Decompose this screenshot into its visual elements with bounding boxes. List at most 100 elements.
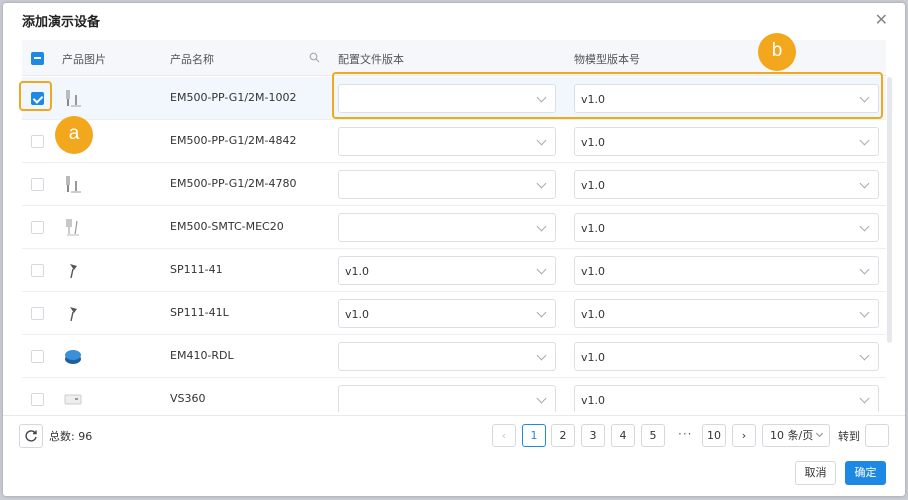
page-ellipsis[interactable]: ···	[678, 427, 692, 441]
spike-sensor-icon	[62, 302, 84, 324]
page-2-button[interactable]: 2	[551, 424, 575, 447]
prev-page-button[interactable]: ‹	[492, 424, 516, 447]
chevron-down-icon	[859, 307, 870, 318]
pressure-sensor-icon	[62, 173, 84, 195]
model-version-select[interactable]: v1.0	[574, 342, 879, 371]
config-version-select[interactable]	[338, 213, 556, 242]
total-label: 总数:	[49, 430, 75, 443]
config-version-value: v1.0	[345, 308, 370, 321]
model-version-select[interactable]: v1.0	[574, 299, 879, 328]
chevron-down-icon	[859, 221, 870, 232]
people-counter-icon	[62, 388, 84, 410]
config-version-select[interactable]: v1.0	[338, 299, 556, 328]
row-checkbox[interactable]	[31, 264, 44, 277]
model-version-value: v1.0	[581, 265, 606, 278]
config-version-value: v1.0	[345, 265, 370, 278]
model-version-value: v1.0	[581, 179, 606, 192]
refresh-icon	[25, 430, 37, 442]
column-header-name: 产品名称	[170, 53, 214, 66]
soil-sensor-icon	[62, 216, 84, 238]
row-checkbox[interactable]	[31, 221, 44, 234]
model-version-select[interactable]: v1.0	[574, 256, 879, 285]
config-version-select[interactable]	[338, 127, 556, 156]
next-page-button[interactable]: ›	[732, 424, 756, 447]
config-version-select[interactable]	[338, 385, 556, 412]
config-version-select[interactable]: v1.0	[338, 256, 556, 285]
callout-badge-b: b	[758, 33, 796, 71]
table-row[interactable]: SP111-41L v1.0 v1.0	[22, 292, 886, 335]
model-version-select[interactable]: v1.0	[574, 213, 879, 242]
model-version-select[interactable]: v1.0	[574, 127, 879, 156]
chevron-down-icon	[536, 264, 547, 275]
table-row[interactable]: SP111-41 v1.0 v1.0	[22, 249, 886, 292]
page-size-select[interactable]: 10 条/页	[762, 424, 830, 447]
spike-sensor-icon	[62, 259, 84, 281]
row-checkbox[interactable]	[31, 307, 44, 320]
table-row[interactable]: EM500-PP-G1/2M-4780 v1.0	[22, 163, 886, 206]
goto-label: 转到	[838, 430, 860, 443]
refresh-button[interactable]	[19, 424, 43, 448]
chevron-down-icon	[536, 350, 547, 361]
page-3-button[interactable]: 3	[581, 424, 605, 447]
product-name: VS360	[170, 392, 206, 405]
chevron-down-icon	[815, 429, 824, 438]
row-checkbox[interactable]	[31, 393, 44, 406]
model-version-value: v1.0	[581, 351, 606, 364]
column-header-model-version: 物模型版本号	[574, 53, 640, 66]
model-version-select[interactable]: v1.0	[574, 170, 879, 199]
add-demo-device-dialog: 添加演示设备 ✕ 产品图片 产品名称 配置文件版本 物模型版本号 EM500-P…	[3, 3, 905, 496]
product-name: EM500-PP-G1/2M-1002	[170, 91, 297, 104]
callout-a-highlight	[19, 81, 52, 111]
table-row[interactable]: EM500-PP-G1/2M-4842 v1.0	[22, 120, 886, 163]
goto-page-input[interactable]	[865, 424, 889, 447]
search-icon[interactable]	[309, 52, 320, 63]
chevron-down-icon	[536, 178, 547, 189]
total-value: 96	[78, 430, 93, 443]
page-1-button[interactable]: 1	[522, 424, 546, 447]
product-name: EM500-PP-G1/2M-4842	[170, 134, 297, 147]
chevron-down-icon	[859, 135, 870, 146]
product-name: SP111-41L	[170, 306, 229, 319]
row-checkbox[interactable]	[31, 350, 44, 363]
chevron-down-icon	[859, 350, 870, 361]
column-header-image: 产品图片	[62, 53, 106, 66]
page-10-button[interactable]: 10	[702, 424, 726, 447]
select-all-checkbox[interactable]	[31, 52, 44, 65]
chevron-down-icon	[536, 221, 547, 232]
callout-badge-a: a	[55, 116, 93, 154]
pressure-sensor-icon	[62, 87, 84, 109]
page-size-value: 10 条/页	[770, 429, 814, 442]
total-count: 总数: 96	[49, 428, 92, 444]
pagination-bar	[3, 415, 905, 416]
callout-b-highlight	[332, 72, 883, 119]
product-name: SP111-41	[170, 263, 223, 276]
confirm-button[interactable]: 确定	[845, 461, 886, 485]
page-5-button[interactable]: 5	[641, 424, 665, 447]
model-version-select[interactable]: v1.0	[574, 385, 879, 412]
config-version-select[interactable]	[338, 170, 556, 199]
config-version-select[interactable]	[338, 342, 556, 371]
chevron-down-icon	[536, 307, 547, 318]
table-row[interactable]: EM410-RDL v1.0	[22, 335, 886, 378]
page-4-button[interactable]: 4	[611, 424, 635, 447]
radar-sensor-icon	[62, 345, 84, 367]
product-name: EM410-RDL	[170, 349, 234, 362]
table-row[interactable]: VS360 v1.0	[22, 378, 886, 412]
row-checkbox[interactable]	[31, 178, 44, 191]
model-version-value: v1.0	[581, 136, 606, 149]
close-icon[interactable]: ✕	[875, 12, 888, 28]
chevron-down-icon	[859, 264, 870, 275]
dialog-title: 添加演示设备	[22, 15, 101, 30]
cancel-button[interactable]: 取消	[795, 461, 836, 485]
chevron-down-icon	[859, 178, 870, 189]
row-checkbox[interactable]	[31, 135, 44, 148]
chevron-down-icon	[859, 393, 870, 404]
table-header: 产品图片 产品名称 配置文件版本 物模型版本号	[22, 40, 886, 76]
product-name: EM500-PP-G1/2M-4780	[170, 177, 297, 190]
table-row[interactable]: EM500-SMTC-MEC20 v1.0	[22, 206, 886, 249]
chevron-down-icon	[536, 135, 547, 146]
table-scrollbar[interactable]	[887, 77, 892, 343]
model-version-value: v1.0	[581, 222, 606, 235]
column-header-config-version: 配置文件版本	[338, 53, 404, 66]
chevron-down-icon	[536, 393, 547, 404]
